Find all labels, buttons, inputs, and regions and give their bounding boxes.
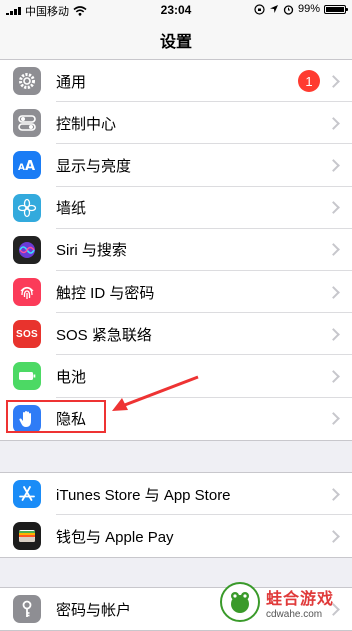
hand-icon [13, 404, 41, 433]
settings-group-2: iTunes Store 与 App Store 钱包与 Apple Pay [0, 472, 352, 559]
chevron-right-icon [327, 370, 340, 383]
status-bar: 中国移动 23:04 99% [0, 0, 352, 20]
location-icon [269, 5, 278, 13]
settings-row-sos[interactable]: SOS SOS 紧急联络 [0, 313, 352, 356]
wallet-icon [13, 522, 41, 551]
chevron-right-icon [327, 487, 340, 501]
battery-status-icon [324, 4, 348, 14]
notification-badge: 1 [298, 70, 320, 93]
settings-row-label: SOS 紧急联络 [56, 326, 152, 344]
chevron-right-icon [327, 285, 340, 299]
chevron-right-icon [327, 412, 340, 425]
settings-row-fingerprint[interactable]: 触控 ID 与密码 [0, 271, 352, 314]
settings-row-label: iTunes Store 与 App Store [56, 486, 231, 504]
settings-row-toggles[interactable]: 控制中心 [0, 102, 352, 145]
settings-row-wallet[interactable]: 钱包与 Apple Pay [0, 515, 352, 557]
settings-row-label: Siri 与搜索 [56, 242, 127, 260]
siri-icon [13, 235, 41, 264]
chevron-right-icon [327, 529, 340, 543]
chevron-right-icon [327, 74, 340, 88]
app-store-icon [13, 480, 41, 509]
chevron-right-icon [327, 243, 340, 257]
gear-icon [13, 67, 41, 96]
chevron-right-icon [327, 159, 340, 172]
status-right: 99% [254, 3, 348, 15]
settings-row-label: 钱包与 Apple Pay [56, 528, 174, 546]
alarm-icon [283, 4, 294, 15]
settings-row-label: 触控 ID 与密码 [56, 284, 155, 302]
settings-row-label: 控制中心 [56, 115, 117, 133]
settings-row-label: 隐私 [56, 411, 87, 429]
text-size-icon: AA [13, 151, 41, 180]
flower-icon [13, 193, 41, 222]
battery-percent: 99% [297, 3, 320, 15]
settings-row-siri[interactable]: Siri 与搜索 [0, 229, 352, 271]
chevron-right-icon [327, 602, 340, 616]
chevron-right-icon [327, 327, 340, 341]
toggles-icon [13, 109, 41, 138]
svg-text:A: A [25, 159, 35, 174]
battery-icon [13, 362, 41, 391]
settings-group-3: 密码与帐户 [0, 587, 352, 631]
settings-row-text-size[interactable]: A A 显示与亮度 [0, 144, 352, 187]
settings-row-label: 电池 [56, 368, 87, 386]
svg-text:A: A [18, 163, 25, 173]
settings-row-label: 密码与帐户 [56, 601, 132, 619]
settings-row-label: 显示与亮度 [56, 157, 132, 175]
navigation-bar: 设置 [0, 20, 352, 60]
orientation-lock-icon [254, 3, 265, 15]
settings-row-flower[interactable]: 墙纸 [0, 187, 352, 229]
fingerprint-icon [13, 278, 41, 307]
chevron-right-icon [327, 116, 340, 130]
key-icon [13, 595, 41, 624]
settings-row-key[interactable]: 密码与帐户 [0, 588, 352, 630]
sos-icon: SOS [13, 320, 41, 349]
annotation-arrow [112, 375, 199, 411]
page-title: 设置 [159, 33, 192, 51]
settings-row-app-store[interactable]: iTunes Store 与 App Store [0, 473, 352, 516]
settings-row-gear[interactable]: 通用 1 [0, 60, 352, 103]
settings-row-label: 通用 [56, 73, 87, 91]
settings-row-label: 墙纸 [56, 200, 87, 218]
chevron-right-icon [327, 201, 340, 215]
